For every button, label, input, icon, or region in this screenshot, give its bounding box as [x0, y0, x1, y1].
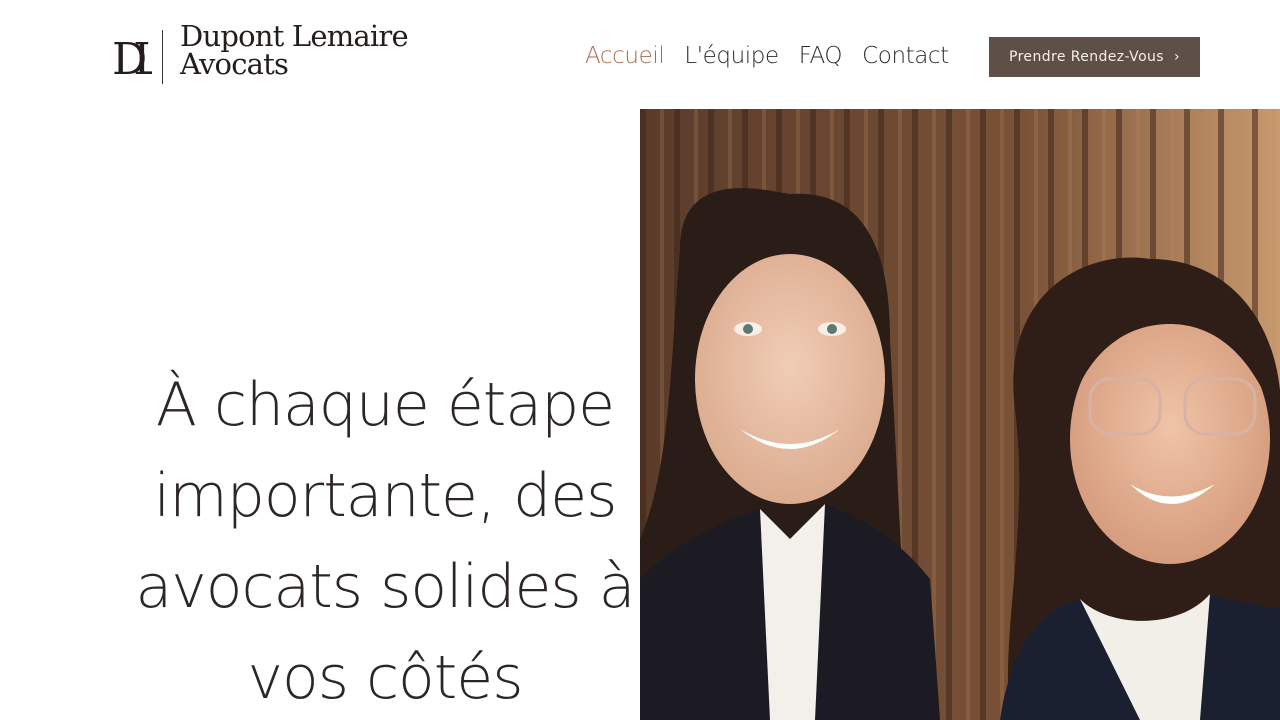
svg-text:DL: DL	[112, 34, 152, 84]
hero-photo	[640, 109, 1280, 720]
hero-line: avocats solides à	[135, 552, 635, 622]
logo-divider	[162, 30, 163, 84]
book-appointment-button[interactable]: Prendre Rendez-Vous ›	[989, 37, 1200, 77]
brand-name-line2: Avocats	[180, 47, 289, 81]
brand-logo[interactable]: DL Dupont Lemaire Avocats	[112, 22, 409, 86]
brand-name: Dupont Lemaire Avocats	[180, 19, 409, 81]
hero-line: À chaque étape	[155, 370, 615, 440]
hero-line: importante, des	[153, 461, 618, 531]
chevron-right-icon: ›	[1174, 49, 1181, 65]
brand-name-line1: Dupont Lemaire	[180, 19, 409, 53]
nav-item-faq[interactable]: FAQ	[799, 43, 843, 69]
nav-item-contact[interactable]: Contact	[862, 43, 949, 69]
nav-item-accueil[interactable]: Accueil	[585, 43, 665, 69]
hero-line: vos côtés	[247, 643, 524, 713]
nav-item-equipe[interactable]: L'équipe	[684, 43, 779, 69]
hero-heading: À chaque étape importante, des avocats s…	[90, 360, 680, 720]
main-nav: Accueil L'équipe FAQ Contact	[585, 38, 949, 74]
monogram-icon: DL	[112, 28, 176, 85]
book-appointment-label: Prendre Rendez-Vous	[1008, 49, 1165, 65]
